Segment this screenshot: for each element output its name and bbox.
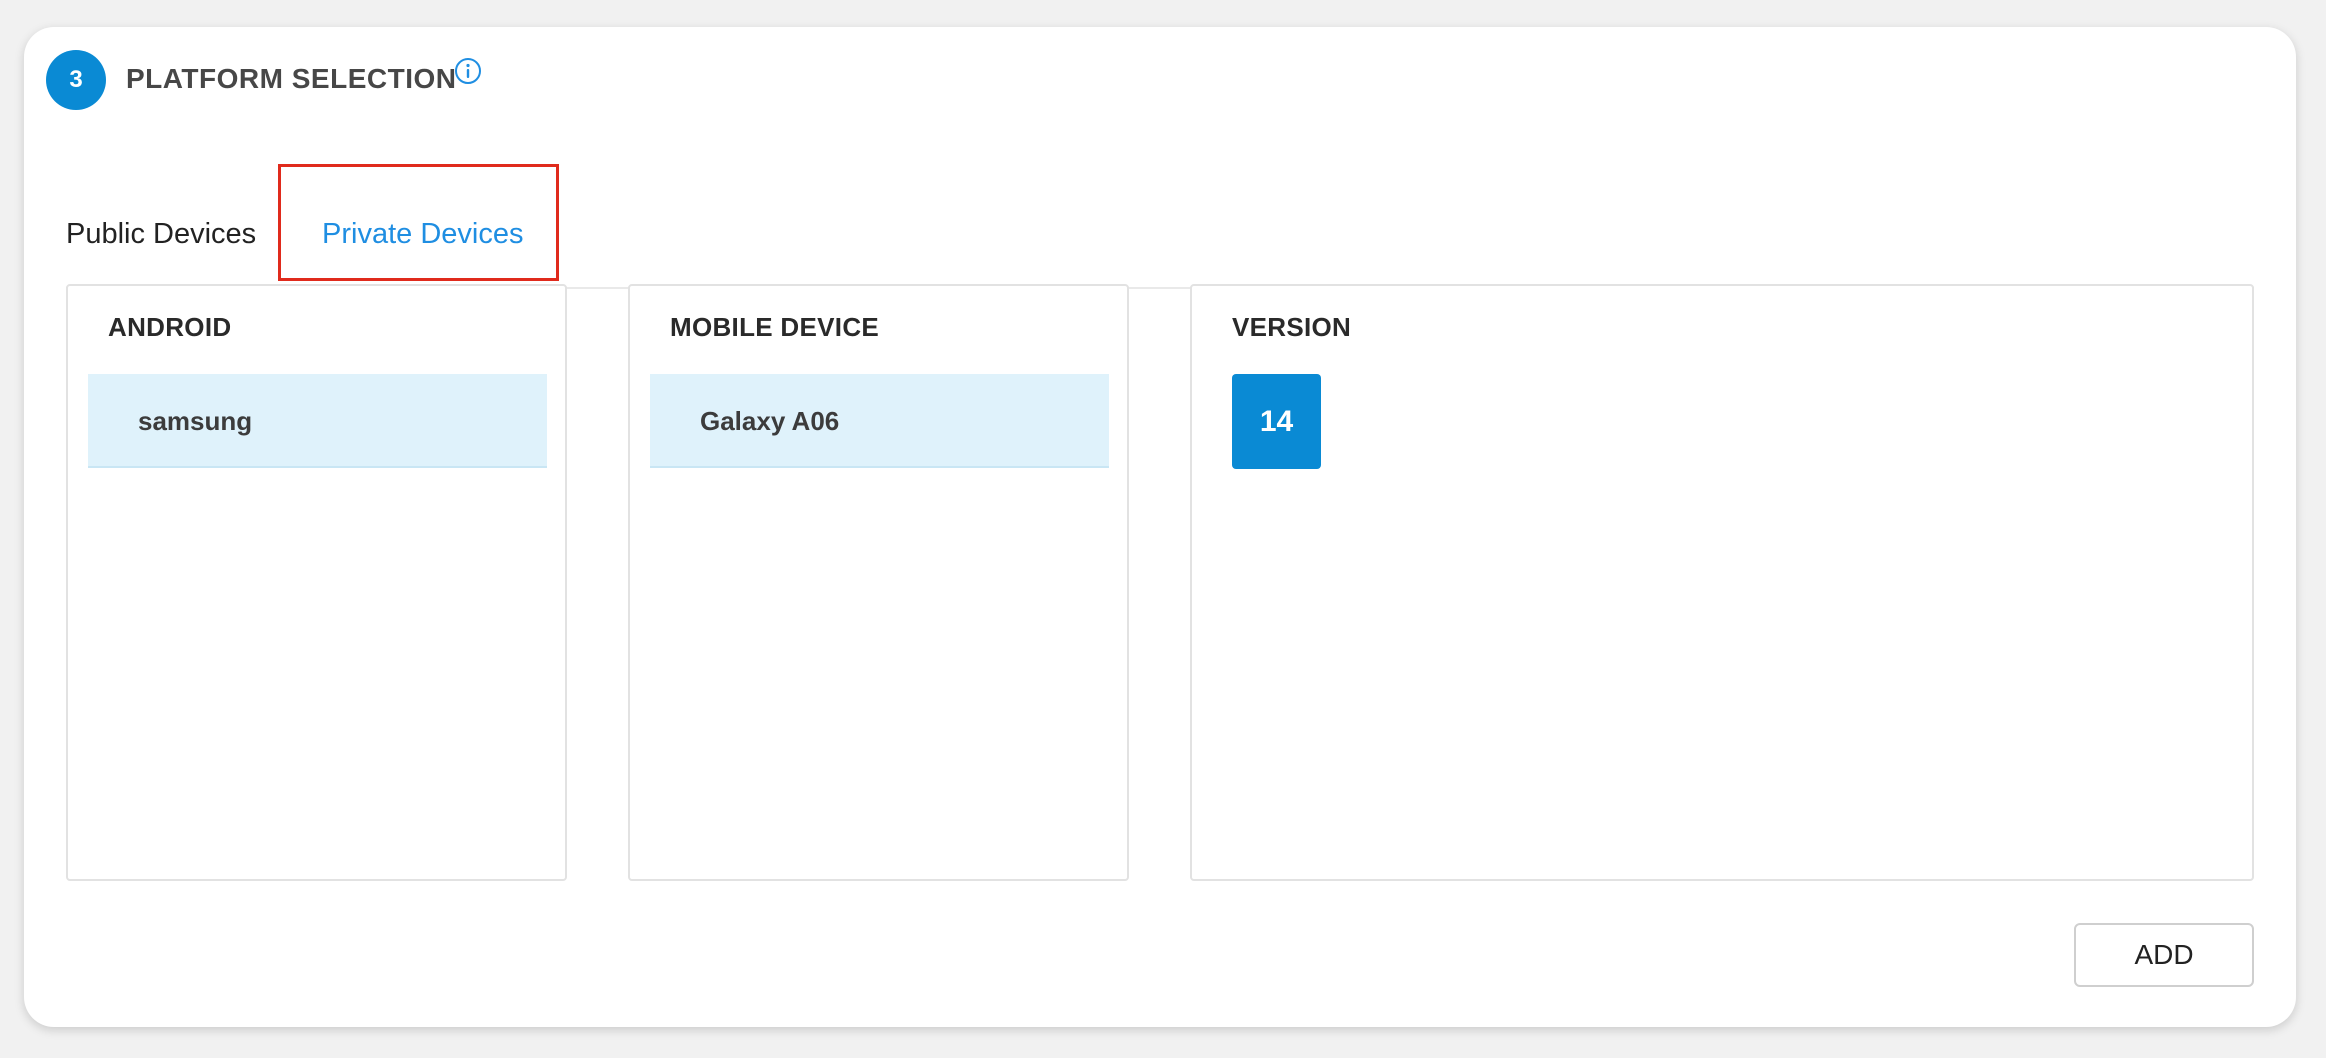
version-chip-14[interactable]: 14 <box>1232 374 1321 469</box>
version-panel: VERSION 14 <box>1190 284 2254 881</box>
info-icon[interactable] <box>454 57 482 85</box>
tab-public-devices[interactable]: Public Devices <box>66 177 256 289</box>
mobile-device-panel: MOBILE DEVICE Galaxy A06 <box>628 284 1129 881</box>
add-button[interactable]: ADD <box>2074 923 2254 987</box>
platform-panel-header: ANDROID <box>108 312 232 342</box>
platform-list-item-samsung[interactable]: samsung <box>88 374 547 468</box>
tab-private-devices[interactable]: Private Devices <box>322 177 524 291</box>
platform-panel: ANDROID samsung <box>66 284 567 881</box>
device-list-item-galaxy-a06[interactable]: Galaxy A06 <box>650 374 1109 468</box>
platform-selection-card: 3 PLATFORM SELECTION Public Devices Priv… <box>24 27 2296 1027</box>
version-panel-header: VERSION <box>1232 312 1352 342</box>
mobile-device-panel-header: MOBILE DEVICE <box>670 312 880 342</box>
device-tabs: Public Devices Private Devices <box>66 177 2254 291</box>
step-number-badge: 3 <box>46 50 106 110</box>
section-title: PLATFORM SELECTION <box>126 63 457 94</box>
